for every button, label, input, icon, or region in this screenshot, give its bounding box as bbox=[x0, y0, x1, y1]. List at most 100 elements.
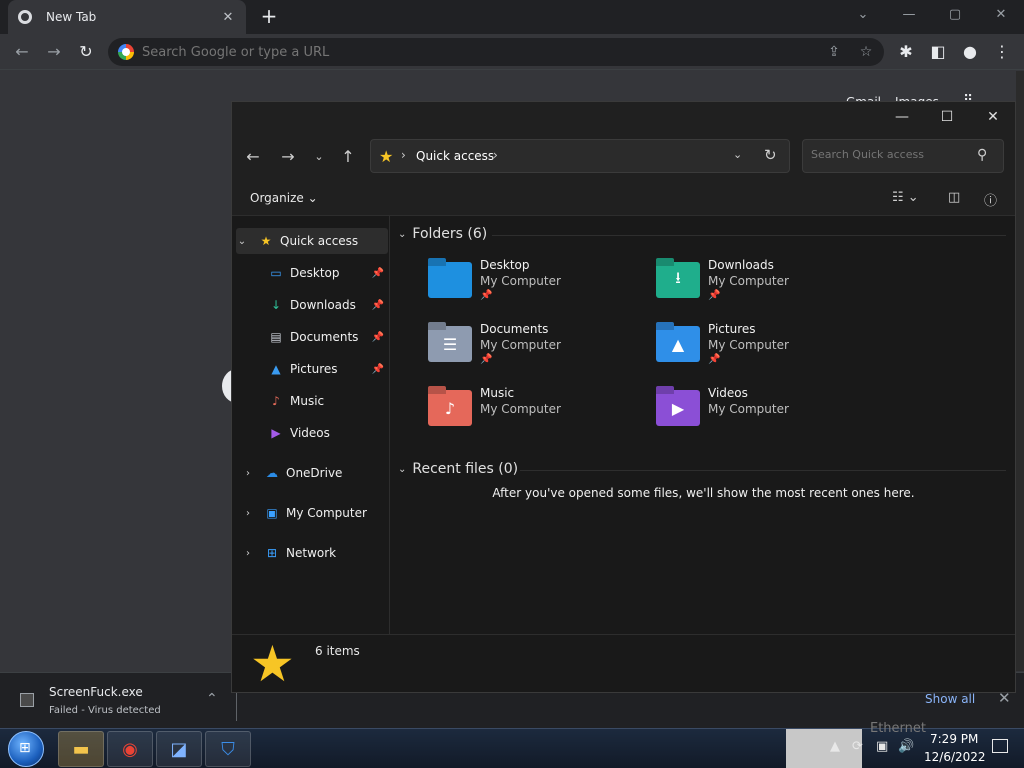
folder-name: Videos bbox=[708, 386, 748, 400]
sidebar-item-music[interactable]: ♪ Music bbox=[232, 388, 388, 414]
up-folder-icon[interactable]: ↑ bbox=[337, 146, 359, 168]
folder-location: My Computer bbox=[480, 338, 561, 352]
sync-icon[interactable]: ⟳ bbox=[852, 739, 863, 754]
explorer-maximize-button[interactable]: ☐ bbox=[932, 106, 962, 128]
pin-icon: 📌 bbox=[708, 290, 721, 301]
folders-section-header[interactable]: ⌄ Folders (6) bbox=[398, 226, 487, 242]
sidebar-item-label: Documents bbox=[290, 330, 359, 344]
sidebar-item-network[interactable]: › ⊞ Network bbox=[232, 540, 388, 566]
download-file-name: ScreenFuck.exe bbox=[49, 685, 143, 699]
taskbar-defender[interactable]: ⛉ bbox=[205, 731, 251, 767]
computer-icon: ▣ bbox=[266, 506, 278, 520]
breadcrumb-separator-icon[interactable]: › bbox=[493, 148, 498, 162]
file-explorer-window: — ☐ ✕ ← → ⌄ ↑ ★ › Quick access › ⌄ ↻ ⚲ O… bbox=[231, 101, 1016, 693]
recent-files-empty-message: After you've opened some files, we'll sh… bbox=[492, 486, 915, 500]
monitor-chart-icon: ◪ bbox=[170, 738, 188, 760]
new-tab-button[interactable]: + bbox=[258, 6, 280, 28]
clock-time[interactable]: 7:29 PM bbox=[930, 732, 978, 746]
address-history-chevron-icon[interactable]: ⌄ bbox=[733, 148, 742, 161]
folder-desktop[interactable]: Desktop My Computer 📌 bbox=[428, 258, 628, 314]
extensions-puzzle-icon[interactable]: ✱ bbox=[894, 40, 918, 64]
address-bar[interactable]: ★ › Quick access › ⌄ ↻ bbox=[370, 139, 790, 173]
chevron-down-icon[interactable]: ⌄ bbox=[398, 464, 406, 475]
preview-pane-icon[interactable]: ◫ bbox=[948, 190, 960, 205]
recent-files-heading: Recent files (0) bbox=[412, 461, 519, 477]
sidebar-item-pictures[interactable]: ▲ Pictures 📌 bbox=[232, 356, 388, 382]
network-tray-icon[interactable]: ▣ bbox=[876, 739, 888, 754]
sidebar-item-desktop[interactable]: ▭ Desktop 📌 bbox=[232, 260, 388, 286]
close-window-button[interactable]: ✕ bbox=[978, 4, 1024, 28]
folder-documents[interactable]: ☰ Documents My Computer 📌 bbox=[428, 322, 628, 378]
sidebar-item-label: Desktop bbox=[290, 266, 340, 280]
chevron-right-icon[interactable]: › bbox=[242, 468, 254, 479]
forward-arrow-icon[interactable]: → bbox=[42, 40, 66, 64]
folder-pictures[interactable]: ▲ Pictures My Computer 📌 bbox=[656, 322, 856, 378]
chrome-menu-icon[interactable]: ⋮ bbox=[990, 40, 1014, 64]
download-arrow-icon: ⭳ bbox=[675, 267, 681, 287]
sidebar-item-label: Music bbox=[290, 394, 325, 408]
recent-locations-chevron-icon[interactable]: ⌄ bbox=[308, 146, 330, 168]
side-panel-icon[interactable]: ◧ bbox=[926, 40, 950, 64]
explorer-search-input[interactable] bbox=[811, 148, 971, 161]
sidebar-item-documents[interactable]: ▤ Documents 📌 bbox=[232, 324, 388, 350]
folder-videos[interactable]: ▶ Videos My Computer bbox=[656, 386, 856, 442]
chevron-down-icon[interactable]: ⌄ bbox=[236, 236, 248, 247]
folder-location: My Computer bbox=[708, 274, 789, 288]
restore-button[interactable]: ▢ bbox=[932, 4, 978, 28]
breadcrumb-separator-icon[interactable]: › bbox=[401, 148, 406, 162]
omnibox[interactable]: ⇪ ☆ bbox=[108, 38, 884, 66]
tab-new-tab[interactable]: New Tab ✕ bbox=[8, 0, 246, 34]
video-icon: ▶ bbox=[271, 426, 281, 440]
sidebar-item-onedrive[interactable]: › ☁ OneDrive bbox=[232, 460, 388, 486]
start-button[interactable]: ⊞ bbox=[8, 731, 44, 767]
show-all-downloads-link[interactable]: Show all bbox=[925, 692, 975, 706]
tab-search-icon[interactable]: ⌄ bbox=[840, 4, 886, 28]
taskbar-resource-monitor[interactable]: ◪ bbox=[156, 731, 202, 767]
back-arrow-icon[interactable]: ← bbox=[10, 40, 34, 64]
download-item[interactable]: ScreenFuck.exe Failed - Virus detected ⌃ bbox=[12, 681, 232, 721]
taskbar-chrome[interactable]: ◉ bbox=[107, 731, 153, 767]
profile-avatar-icon[interactable]: ● bbox=[958, 40, 982, 64]
share-icon[interactable]: ⇪ bbox=[822, 38, 846, 66]
chevron-right-icon[interactable]: › bbox=[242, 508, 254, 519]
clock-date[interactable]: 12/6/2022 bbox=[924, 750, 986, 764]
chevron-down-icon[interactable]: ⌄ bbox=[398, 229, 406, 240]
sidebar-item-quick-access[interactable]: ⌄ ★ Quick access bbox=[236, 228, 388, 254]
sidebar-item-downloads[interactable]: ↓ Downloads 📌 bbox=[232, 292, 388, 318]
chevron-right-icon[interactable]: › bbox=[242, 548, 254, 559]
tab-close-icon[interactable]: ✕ bbox=[220, 10, 236, 25]
organize-button[interactable]: Organize ⌄ bbox=[250, 191, 318, 205]
recent-files-section-header[interactable]: ⌄ Recent files (0) bbox=[398, 461, 518, 477]
reload-icon[interactable]: ↻ bbox=[74, 40, 98, 64]
view-options-icon[interactable]: ☷ ⌄ bbox=[892, 190, 919, 205]
breadcrumb-quick-access[interactable]: Quick access bbox=[416, 149, 494, 163]
quick-access-star-icon: ★ bbox=[250, 635, 295, 693]
explorer-minimize-button[interactable]: — bbox=[887, 106, 917, 128]
folder-location: My Computer bbox=[480, 402, 561, 416]
sidebar-item-videos[interactable]: ▶ Videos bbox=[232, 420, 388, 446]
show-hidden-icons-icon[interactable]: ▲ bbox=[830, 739, 840, 754]
taskbar-file-explorer[interactable]: ▬ bbox=[58, 731, 104, 767]
explorer-back-icon[interactable]: ← bbox=[242, 146, 264, 168]
search-icon[interactable]: ⚲ bbox=[977, 147, 987, 163]
omnibox-input[interactable] bbox=[142, 44, 884, 60]
action-center-icon[interactable] bbox=[992, 739, 1008, 753]
bookmark-star-icon[interactable]: ☆ bbox=[854, 38, 878, 66]
sidebar-item-my-computer[interactable]: › ▣ My Computer bbox=[232, 500, 388, 526]
explorer-close-button[interactable]: ✕ bbox=[978, 106, 1008, 128]
help-icon[interactable]: ⓘ bbox=[984, 190, 997, 209]
folder-music[interactable]: ♪ Music My Computer bbox=[428, 386, 628, 442]
folder-downloads[interactable]: ⭳ Downloads My Computer 📌 bbox=[656, 258, 856, 314]
explorer-forward-icon[interactable]: → bbox=[277, 146, 299, 168]
desktop-icon: ▭ bbox=[270, 266, 282, 280]
chevron-up-icon[interactable]: ⌃ bbox=[206, 691, 218, 707]
cloud-icon: ☁ bbox=[266, 466, 278, 480]
refresh-icon[interactable]: ↻ bbox=[764, 146, 777, 164]
folders-heading: Folders (6) bbox=[412, 226, 488, 242]
tab-title: New Tab bbox=[46, 10, 97, 24]
page-scrollbar[interactable] bbox=[1016, 71, 1024, 671]
volume-icon[interactable]: 🔊 bbox=[898, 739, 914, 754]
minimize-button[interactable]: — bbox=[886, 4, 932, 28]
folder-location: My Computer bbox=[480, 274, 561, 288]
explorer-search-box[interactable]: ⚲ bbox=[802, 139, 1004, 173]
